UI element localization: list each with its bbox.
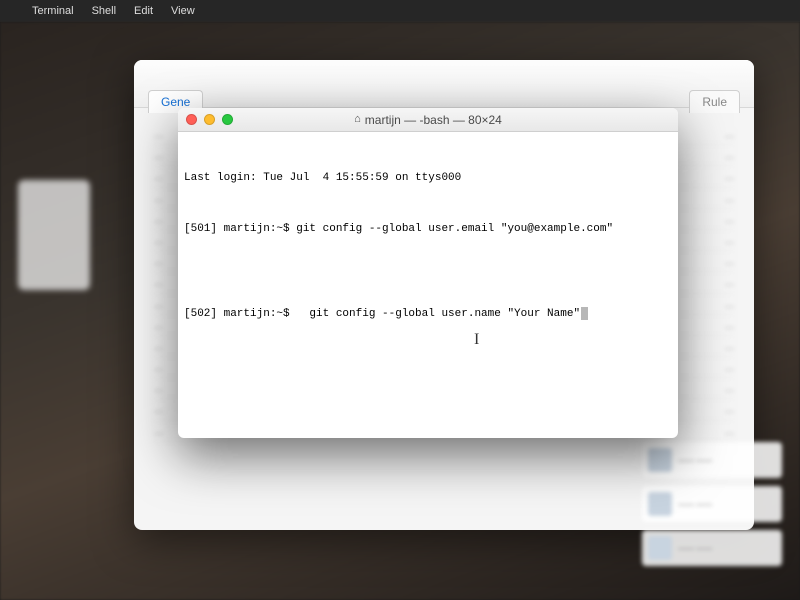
terminal-title-text: martijn — -bash — 80×24 xyxy=(365,113,502,127)
menubar-item-view[interactable]: View xyxy=(171,5,195,17)
terminal-title: ⌂ martijn — -bash — 80×24 xyxy=(178,113,678,127)
background-side-cards: —— —— —— —— —— —— xyxy=(642,442,782,566)
system-menubar: Terminal Shell Edit View xyxy=(0,0,800,22)
zoom-button[interactable] xyxy=(222,114,233,125)
terminal-window[interactable]: ⌂ martijn — -bash — 80×24 Last login: Tu… xyxy=(178,108,678,438)
side-card: —— —— xyxy=(642,442,782,478)
menubar-item-app[interactable]: Terminal xyxy=(32,5,74,17)
side-card: —— —— xyxy=(642,530,782,566)
terminal-line: Last login: Tue Jul 4 15:55:59 on ttys00… xyxy=(184,170,672,187)
text-cursor-ibeam-icon: I xyxy=(474,328,479,353)
menubar-item-edit[interactable]: Edit xyxy=(134,5,153,17)
background-window-tabs: Gene Rule xyxy=(134,60,754,113)
terminal-titlebar[interactable]: ⌂ martijn — -bash — 80×24 xyxy=(178,108,678,132)
terminal-cursor xyxy=(581,307,588,320)
home-icon: ⌂ xyxy=(354,114,361,125)
terminal-line: [501] martijn:~$ git config --global use… xyxy=(184,221,672,238)
background-window-titlebar[interactable]: Gene Rule xyxy=(134,60,754,108)
close-button[interactable] xyxy=(186,114,197,125)
terminal-body[interactable]: Last login: Tue Jul 4 15:55:59 on ttys00… xyxy=(178,132,678,438)
side-card: —— —— xyxy=(642,486,782,522)
minimize-button[interactable] xyxy=(204,114,215,125)
menubar-item-shell[interactable]: Shell xyxy=(92,5,116,17)
traffic-lights xyxy=(186,114,233,125)
background-floating-panel xyxy=(18,180,90,290)
terminal-prompt-line: [502] martijn:~$ git config --global use… xyxy=(184,306,672,323)
